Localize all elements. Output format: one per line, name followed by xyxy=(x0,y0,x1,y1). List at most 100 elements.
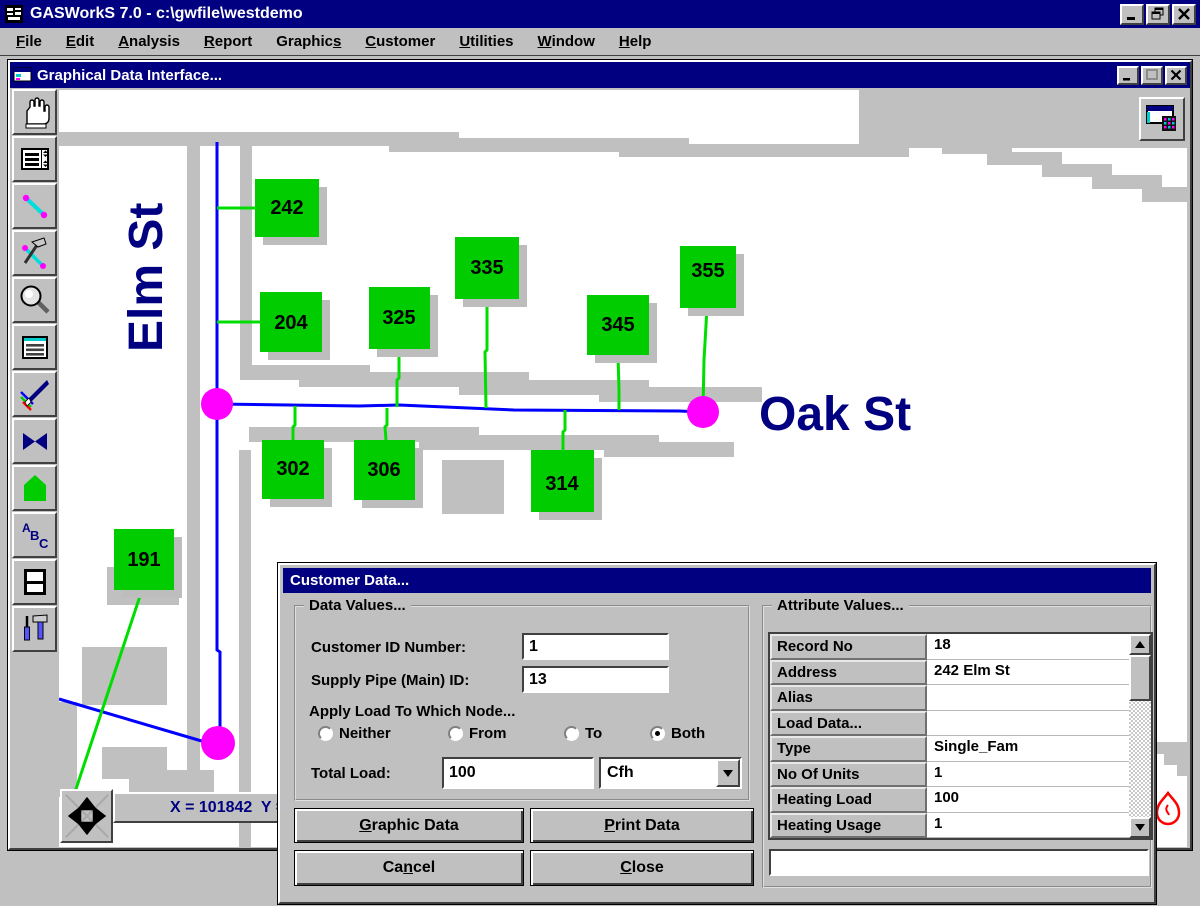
arrow-down-icon xyxy=(1135,824,1145,836)
svg-text:C: C xyxy=(39,536,49,551)
svg-text:355: 355 xyxy=(691,260,724,282)
menu-window[interactable]: Window xyxy=(526,33,607,50)
pipe-oak[interactable] xyxy=(217,404,702,412)
magnifier-icon xyxy=(17,282,53,318)
arrow-up-icon xyxy=(1135,636,1145,648)
data-form-icon xyxy=(17,141,53,177)
close-button-dialog[interactable]: Close xyxy=(530,850,754,886)
pan-tool-button[interactable] xyxy=(12,89,57,135)
customer-id-input[interactable] xyxy=(522,633,669,660)
supply-pipe-label: Supply Pipe (Main) ID: xyxy=(311,672,469,689)
radio-neither[interactable]: Neither xyxy=(318,725,391,742)
radio-both[interactable]: Both xyxy=(650,725,705,742)
radio-circle-selected[interactable] xyxy=(650,726,665,741)
close-icon xyxy=(1177,7,1191,21)
attribute-scrollbar[interactable] xyxy=(1129,634,1151,838)
attr-value-cell[interactable]: Single_Fam xyxy=(927,736,1131,762)
radio-circle[interactable] xyxy=(318,726,333,741)
menu-edit[interactable]: Edit xyxy=(54,33,106,50)
graphic-data-button[interactable]: Graphic Data xyxy=(294,808,524,843)
scrollbar-thumb[interactable] xyxy=(1129,655,1151,701)
radio-to[interactable]: To xyxy=(564,725,602,742)
menu-customer[interactable]: Customer xyxy=(353,33,447,50)
attr-value-cell[interactable] xyxy=(927,711,1131,737)
scroll-down-button[interactable] xyxy=(1129,817,1151,838)
pipe-diagonal[interactable] xyxy=(59,699,205,742)
total-load-input[interactable] xyxy=(442,757,594,789)
table-row[interactable]: Heating Load 100 xyxy=(770,787,1151,813)
gdi-close-button[interactable] xyxy=(1165,66,1187,85)
radio-circle[interactable] xyxy=(448,726,463,741)
attr-value-cell[interactable]: 1 xyxy=(927,813,1131,839)
table-row[interactable]: Heating Usage 1 xyxy=(770,813,1151,839)
attr-value-cell[interactable]: 18 xyxy=(927,634,1131,660)
add-pipe-button[interactable] xyxy=(12,183,57,229)
cancel-button[interactable]: Cancel xyxy=(294,850,524,886)
tools-button[interactable] xyxy=(12,606,57,652)
node-oak-east[interactable] xyxy=(687,396,719,428)
data-screen-button[interactable] xyxy=(1139,97,1185,141)
attr-value-cell[interactable]: 242 Elm St xyxy=(927,660,1131,686)
attr-value-cell[interactable]: 100 xyxy=(927,787,1131,813)
menu-report[interactable]: Report xyxy=(192,33,264,50)
restore-button[interactable] xyxy=(1146,4,1170,25)
table-row[interactable]: Type Single_Fam xyxy=(770,736,1151,762)
attr-value-cell[interactable]: 1 xyxy=(927,762,1131,788)
attr-name-cell: Heating Usage xyxy=(770,813,927,839)
svg-text:191: 191 xyxy=(127,549,160,571)
radio-from[interactable]: From xyxy=(448,725,507,742)
customer-button[interactable] xyxy=(12,465,57,511)
menu-analysis[interactable]: Analysis xyxy=(106,33,192,50)
edit-pipe-button[interactable] xyxy=(12,230,57,276)
house-icon xyxy=(17,470,53,506)
svg-text:325: 325 xyxy=(382,307,415,329)
radio-label: From xyxy=(469,725,507,742)
print-data-button[interactable]: Print Data xyxy=(530,808,754,843)
supply-pipe-input[interactable] xyxy=(522,666,669,693)
data-list-button[interactable] xyxy=(12,136,57,182)
table-row[interactable]: Load Data... xyxy=(770,711,1151,737)
menu-file[interactable]: File xyxy=(4,33,54,50)
pan-arrows-button[interactable] xyxy=(60,789,113,843)
radio-circle[interactable] xyxy=(564,726,579,741)
node-elm-south[interactable] xyxy=(201,726,235,760)
apply-load-label: Apply Load To Which Node... xyxy=(309,703,515,720)
menu-utilities[interactable]: Utilities xyxy=(447,33,525,50)
attr-value-cell[interactable] xyxy=(927,685,1131,711)
table-row[interactable]: Address 242 Elm St xyxy=(770,660,1151,686)
maximize-icon xyxy=(1146,69,1158,81)
gdi-maximize-button[interactable] xyxy=(1141,66,1163,85)
node-oak-west[interactable] xyxy=(201,388,233,420)
pipe-elm[interactable] xyxy=(217,142,220,740)
table-row[interactable]: No Of Units 1 xyxy=(770,762,1151,788)
minimize-button[interactable] xyxy=(1120,4,1144,25)
valve-bowtie-icon xyxy=(17,423,53,459)
redraw-button[interactable] xyxy=(12,371,57,417)
minimize-icon xyxy=(1122,69,1134,81)
report-list-icon xyxy=(17,329,53,365)
pipe-line-icon xyxy=(17,188,53,224)
dialog-titlebar[interactable]: Customer Data... xyxy=(283,568,1151,593)
scroll-up-button[interactable] xyxy=(1129,634,1151,655)
attribute-entry-input[interactable] xyxy=(769,849,1149,876)
load-units-combobox[interactable]: Cfh xyxy=(599,757,742,789)
attr-name-cell: Load Data... xyxy=(770,711,927,737)
attr-name-cell: Alias xyxy=(770,685,927,711)
gdi-minimize-button[interactable] xyxy=(1117,66,1139,85)
menu-graphics[interactable]: Graphics xyxy=(264,33,353,50)
tool-column: A B C xyxy=(10,89,59,653)
view-window-button[interactable] xyxy=(12,559,57,605)
table-row[interactable]: Alias xyxy=(770,685,1151,711)
radio-label: Both xyxy=(671,725,705,742)
text-tool-button[interactable]: A B C xyxy=(12,512,57,558)
svg-text:306: 306 xyxy=(367,459,400,481)
gdi-window-icon xyxy=(13,67,32,83)
app-title: GASWorkS 7.0 - c:\gwfile\westdemo xyxy=(30,5,1118,23)
report-button[interactable] xyxy=(12,324,57,370)
close-button[interactable] xyxy=(1172,4,1196,25)
combo-dropdown-button[interactable] xyxy=(716,759,740,787)
menu-help[interactable]: Help xyxy=(607,33,664,50)
valve-button[interactable] xyxy=(12,418,57,464)
zoom-tool-button[interactable] xyxy=(12,277,57,323)
table-row[interactable]: Record No 18 xyxy=(770,634,1151,660)
